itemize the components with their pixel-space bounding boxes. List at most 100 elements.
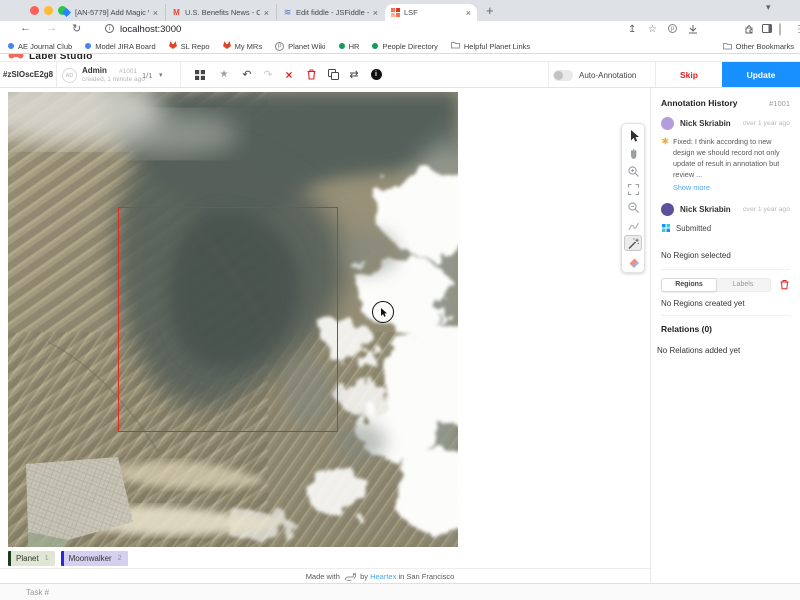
label-studio-logo[interactable]: Label Studio (0, 54, 800, 61)
delete-icon[interactable] (302, 62, 320, 87)
annotation-history-id: #1001 (769, 99, 790, 108)
footer-credit: Made with by Heartex in San Francisco (110, 572, 650, 581)
comment-text: Fixed: I think according to new design w… (673, 137, 780, 179)
heartex-link[interactable]: Heartex (370, 572, 396, 581)
fit-screen-tool[interactable] (624, 181, 642, 197)
canvas-panel: Planet 1 Moonwalker 2 Made with by Heart… (0, 88, 650, 583)
tab-close-icon[interactable] (264, 8, 269, 18)
update-button[interactable]: Update (722, 62, 800, 87)
label-hotkey: 1 (45, 555, 49, 562)
bookmark-people-directory[interactable]: People Directory (372, 42, 437, 51)
bookmark-planet-wiki[interactable]: pPlanet Wiki (275, 42, 326, 51)
url-text[interactable]: localhost:3000 (120, 24, 181, 35)
green-dot-favicon (339, 43, 345, 49)
tab-close-icon[interactable] (153, 8, 158, 18)
cat-icon (344, 572, 356, 581)
history-entry[interactable]: Nick Skriabin over 1 year ago (661, 117, 790, 130)
created-time: created, 1 minute ago (82, 76, 145, 83)
bookmark-my-mrs[interactable]: My MRs (223, 41, 263, 51)
other-bookmarks-button[interactable]: Other Bookmarks (723, 39, 794, 54)
tab-regions[interactable]: Regions (661, 278, 717, 292)
side-panel-icon[interactable] (762, 24, 772, 36)
bookmark-sl-repo[interactable]: SL Repo (169, 41, 210, 51)
browser-tab-gmail[interactable]: U.S. Benefits News - Open En (165, 4, 275, 21)
reload-button[interactable] (72, 22, 81, 35)
show-more-link[interactable]: Show more (673, 183, 790, 194)
tab-label: Edit fiddle - JSFiddle - Code P (296, 8, 369, 17)
annotation-counter[interactable]: 1/1 (142, 71, 152, 80)
window-minimize-button[interactable] (44, 6, 53, 15)
eraser-tool[interactable] (624, 253, 642, 269)
annotation-history-title: Annotation History (661, 98, 738, 108)
star-icon[interactable] (215, 62, 233, 87)
red-extension-icon[interactable] (706, 24, 711, 34)
zoom-in-tool[interactable] (624, 163, 642, 179)
grid-icon[interactable] (191, 62, 209, 87)
annotation-header: #zSlOscE2g8 AD Admin created, 1 minute a… (0, 61, 800, 88)
label-studio-logo-text: Label Studio (29, 54, 93, 61)
label-text: Planet (16, 554, 39, 563)
move-tool[interactable] (624, 127, 642, 143)
green-dot-favicon (372, 43, 378, 49)
bookmark-helpful-planet-links[interactable]: Helpful Planet Links (451, 41, 530, 51)
bookmark-model-jira-board[interactable]: Model JIRA Board (85, 42, 155, 51)
divider (180, 62, 181, 87)
gmail-favicon (172, 8, 181, 17)
tab-search-chevron-icon[interactable]: ▾ (766, 2, 771, 13)
back-button[interactable] (20, 22, 31, 34)
info-icon[interactable]: i (367, 62, 385, 87)
browser-tab-jira[interactable]: [AN-5779] Add Magic Wand fu (56, 4, 164, 21)
label-chip-moonwalker[interactable]: Moonwalker 2 (61, 551, 128, 566)
tab-close-icon[interactable] (373, 8, 378, 18)
brush-tool[interactable] (624, 217, 642, 233)
blue-dot-favicon (8, 43, 14, 49)
magic-wand-cursor (372, 301, 394, 323)
main-content: Planet 1 Moonwalker 2 Made with by Heart… (0, 88, 800, 583)
chevron-down-icon[interactable]: ▾ (159, 71, 163, 79)
no-regions-text: No Regions created yet (661, 299, 790, 308)
cast-extension-icon[interactable] (688, 24, 698, 37)
gitlab-favicon (223, 41, 231, 51)
browser-tab-lsf-active[interactable]: LSF (385, 4, 477, 21)
zoom-out-tool[interactable] (624, 199, 642, 215)
auto-annotation-toggle[interactable] (553, 70, 573, 81)
bookmark-hr[interactable]: HR (339, 42, 360, 51)
profile-avatar[interactable] (779, 24, 781, 35)
user-name: Admin (82, 66, 107, 75)
right-sidebar: Annotation History #1001 Nick Skriabin o… (650, 88, 800, 583)
redo-icon[interactable] (259, 62, 277, 87)
p-extension-icon[interactable]: p (668, 24, 677, 33)
user-avatar[interactable]: AD (62, 68, 77, 83)
tab-close-icon[interactable] (466, 8, 471, 18)
annotation-id: #1001 (119, 68, 137, 75)
window-close-button[interactable] (30, 6, 39, 15)
tab-label: U.S. Benefits News - Open En (185, 8, 260, 17)
site-info-icon[interactable]: i (105, 24, 114, 33)
bookmark-star-icon[interactable] (648, 24, 657, 35)
reject-icon[interactable] (280, 62, 298, 87)
gitlab-favicon (169, 41, 177, 51)
undo-icon[interactable] (238, 62, 256, 87)
bbox-region[interactable] (118, 207, 338, 432)
jsfiddle-favicon (283, 8, 292, 17)
pan-tool[interactable] (624, 145, 642, 161)
share-icon[interactable] (628, 24, 636, 35)
bookmark-ae-journal-club[interactable]: AE Journal Club (8, 42, 72, 51)
satellite-image[interactable] (8, 92, 458, 547)
status-bar: Task # (0, 583, 800, 600)
forward-button[interactable] (46, 22, 57, 34)
browser-tab-jsfiddle[interactable]: Edit fiddle - JSFiddle - Code P (276, 4, 384, 21)
label-chip-planet[interactable]: Planet 1 (8, 551, 55, 566)
compare-icon[interactable] (345, 62, 363, 87)
skip-button[interactable]: Skip (655, 62, 722, 87)
delete-regions-icon[interactable] (779, 279, 790, 290)
duplicate-icon[interactable] (324, 62, 342, 87)
jira-favicon (62, 8, 71, 17)
submitted-icon (662, 224, 670, 232)
history-entry[interactable]: Nick Skriabin over 1 year ago (661, 203, 790, 216)
new-tab-button[interactable]: + (486, 3, 494, 18)
tab-labels[interactable]: Labels (716, 279, 770, 291)
browser-menu-icon[interactable] (794, 24, 800, 35)
magic-wand-tool[interactable] (624, 235, 642, 251)
extensions-puzzle-icon[interactable] (744, 24, 754, 37)
